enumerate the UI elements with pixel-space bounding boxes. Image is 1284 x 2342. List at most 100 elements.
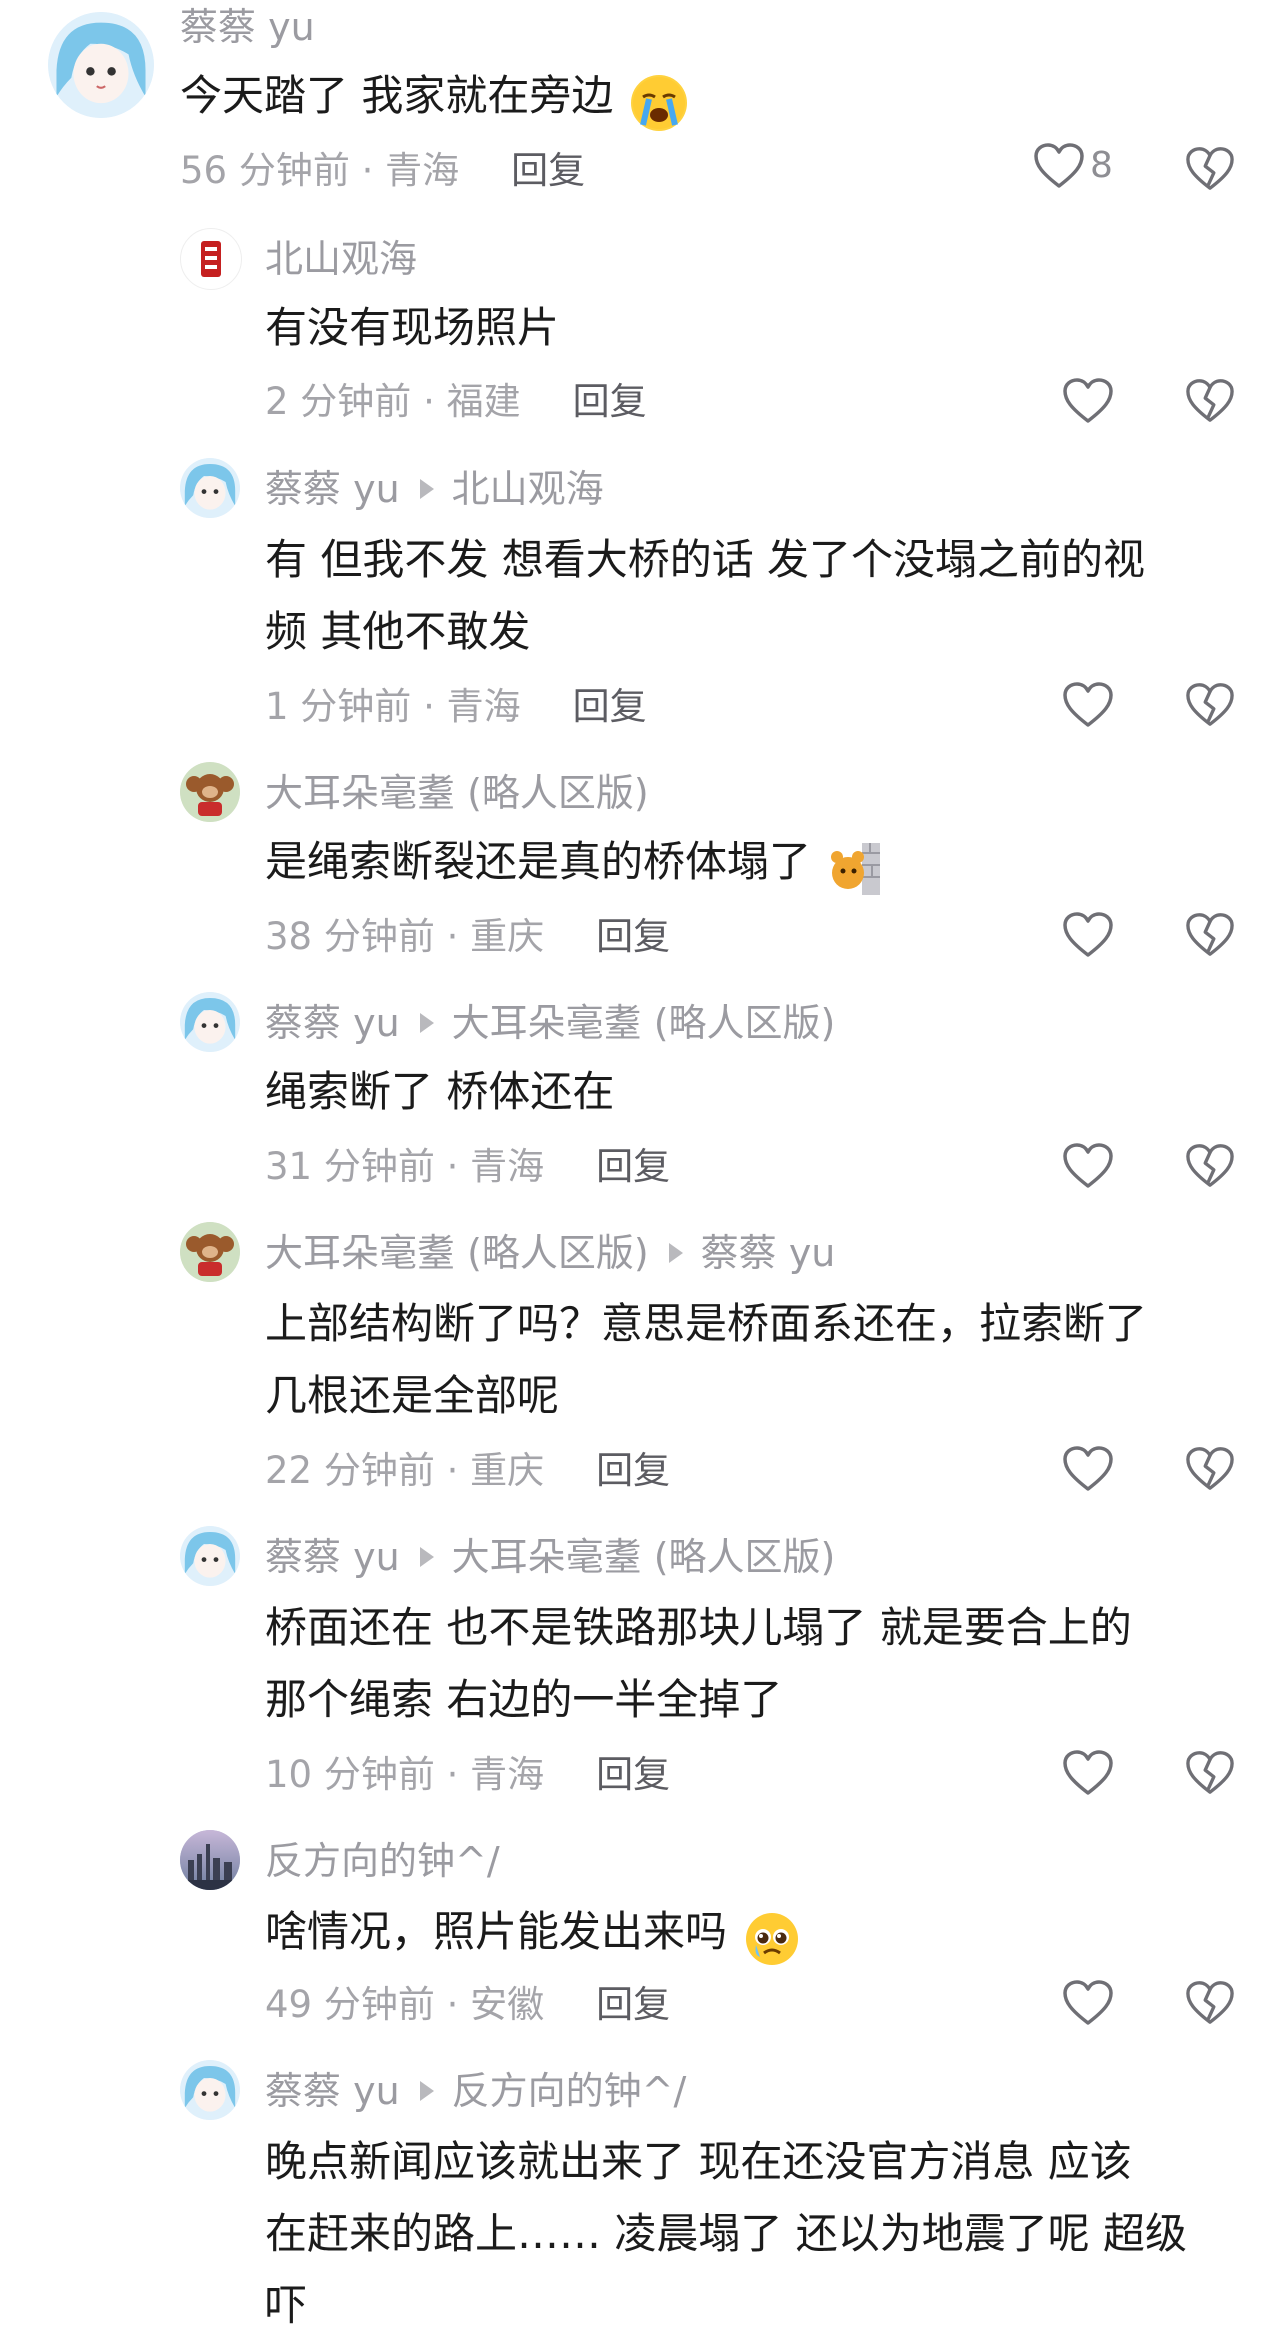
reply-to-arrow-icon xyxy=(419,1547,434,1567)
heart-icon xyxy=(1063,378,1113,423)
comment-username-row: 蔡蔡 yu xyxy=(180,8,315,46)
broken-heart-icon xyxy=(1186,1144,1234,1187)
reply-to-username[interactable]: 反方向的钟^/ xyxy=(452,2072,687,2110)
comment-username-row: 大耳朵毫耋 (略人区版) 蔡蔡 yu xyxy=(265,1234,835,1272)
avatar[interactable] xyxy=(180,992,240,1052)
timestamp-location: 10 分钟前 · 青海 xyxy=(265,1753,545,1796)
comment-username-row: 蔡蔡 yu 大耳朵毫耋 (略人区版) xyxy=(265,1538,835,1576)
username[interactable]: 大耳朵毫耋 (略人区版) xyxy=(265,774,649,812)
timestamp-location: 22 分钟前 · 重庆 xyxy=(265,1449,545,1492)
pleading-face-icon xyxy=(744,1911,800,1967)
username[interactable]: 蔡蔡 yu xyxy=(265,470,400,508)
reply-to-username[interactable]: 大耳朵毫耋 (略人区版) xyxy=(452,1004,836,1042)
username[interactable]: 反方向的钟^/ xyxy=(265,1842,500,1880)
avatar[interactable] xyxy=(180,1222,240,1282)
heart-icon xyxy=(1063,1143,1113,1188)
reply-button[interactable]: 回复 xyxy=(511,152,585,189)
avatar[interactable] xyxy=(180,1526,240,1586)
comment-text: 绳索断了 桥体还在 xyxy=(265,1067,615,1116)
like-button[interactable] xyxy=(1063,912,1113,958)
comment-meta: 22 分钟前 · 重庆 回复 xyxy=(265,1452,670,1489)
like-button[interactable] xyxy=(1063,1143,1113,1189)
dislike-button[interactable] xyxy=(1186,682,1234,732)
comment-meta: 38 分钟前 · 重庆 回复 xyxy=(265,918,670,955)
like-button[interactable] xyxy=(1063,1980,1113,2026)
comment-meta: 10 分钟前 · 青海 回复 xyxy=(265,1756,670,1793)
heart-icon xyxy=(1063,682,1113,727)
comment-text: 晚点新闻应该就出来了 现在还没官方消息 应该 在赶来的路上…… 凌晨塌了 还以为… xyxy=(265,2137,1188,2330)
like-button[interactable] xyxy=(1063,378,1113,424)
dislike-button[interactable] xyxy=(1186,378,1234,428)
comment-username-row: 北山观海 xyxy=(265,240,417,278)
broken-heart-icon xyxy=(1186,379,1234,422)
like-button[interactable] xyxy=(1063,1750,1113,1796)
comment-text: 啥情况，照片能发出来吗 xyxy=(265,1896,800,1968)
comment-text: 有没有现场照片 xyxy=(265,303,560,352)
dislike-button[interactable] xyxy=(1186,912,1234,962)
dislike-button[interactable] xyxy=(1186,1446,1234,1496)
avatar[interactable] xyxy=(180,458,240,518)
reply-button[interactable]: 回复 xyxy=(596,1986,670,2023)
reply-button[interactable]: 回复 xyxy=(596,1148,670,1185)
comment-text: 是绳索断裂还是真的桥体塌了 xyxy=(265,826,882,898)
broken-heart-icon xyxy=(1186,913,1234,956)
comment-username-row: 蔡蔡 yu 反方向的钟^/ xyxy=(265,2072,686,2110)
username[interactable]: 北山观海 xyxy=(265,240,417,278)
reply-button[interactable]: 回复 xyxy=(596,918,670,955)
broken-heart-icon xyxy=(1186,1751,1234,1794)
heart-icon xyxy=(1063,912,1113,957)
comment-text: 有 但我不发 想看大桥的话 发了个没塌之前的视 频 其他不敢发 xyxy=(265,535,1146,656)
loudly-crying-face-icon xyxy=(630,74,687,131)
username[interactable]: 蔡蔡 yu xyxy=(180,8,315,46)
username[interactable]: 蔡蔡 yu xyxy=(265,1004,400,1042)
heart-icon xyxy=(1063,1750,1113,1795)
timestamp-location: 2 分钟前 · 福建 xyxy=(265,380,521,423)
like-button[interactable] xyxy=(1063,1446,1113,1492)
username[interactable]: 大耳朵毫耋 (略人区版) xyxy=(265,1234,649,1272)
comment-meta: 49 分钟前 · 安徽 回复 xyxy=(265,1986,670,2023)
broken-heart-icon xyxy=(1186,683,1234,726)
dislike-button[interactable] xyxy=(1186,146,1234,196)
timestamp-location: 56 分钟前 · 青海 xyxy=(180,149,460,192)
reply-button[interactable]: 回复 xyxy=(596,1452,670,1489)
comment-username-row: 反方向的钟^/ xyxy=(265,1842,500,1880)
broken-heart-icon xyxy=(1186,1447,1234,1490)
avatar[interactable] xyxy=(180,1830,240,1890)
comment-username-row: 蔡蔡 yu 北山观海 xyxy=(265,470,604,508)
comment-meta: 1 分钟前 · 青海 回复 xyxy=(265,688,647,725)
comment-meta: 2 分钟前 · 福建 回复 xyxy=(265,383,647,420)
reply-to-arrow-icon xyxy=(419,2081,434,2101)
timestamp-location: 49 分钟前 · 安徽 xyxy=(265,1983,545,2026)
timestamp-location: 38 分钟前 · 重庆 xyxy=(265,915,545,958)
username[interactable]: 蔡蔡 yu xyxy=(265,2072,400,2110)
dislike-button[interactable] xyxy=(1186,1750,1234,1800)
comment-text: 桥面还在 也不是铁路那块儿塌了 就是要合上的 那个绳索 右边的一半全掉了 xyxy=(265,1603,1132,1724)
avatar[interactable] xyxy=(180,762,240,822)
reply-button[interactable]: 回复 xyxy=(573,688,647,725)
heart-icon xyxy=(1063,1980,1113,2025)
comment-username-row: 大耳朵毫耋 (略人区版) xyxy=(265,774,649,812)
reply-to-username[interactable]: 大耳朵毫耋 (略人区版) xyxy=(452,1538,836,1576)
avatar[interactable] xyxy=(48,12,154,118)
like-button[interactable] xyxy=(1063,682,1113,728)
comment-meta: 56 分钟前 · 青海 回复 xyxy=(180,152,585,189)
reply-button[interactable]: 回复 xyxy=(596,1756,670,1793)
reply-to-username[interactable]: 北山观海 xyxy=(452,470,604,508)
dislike-button[interactable] xyxy=(1186,1980,1234,2030)
heart-icon xyxy=(1034,143,1084,188)
username[interactable]: 蔡蔡 yu xyxy=(265,1538,400,1576)
comment-username-row: 蔡蔡 yu 大耳朵毫耋 (略人区版) xyxy=(265,1004,835,1042)
comment-meta: 31 分钟前 · 青海 回复 xyxy=(265,1148,670,1185)
reply-button[interactable]: 回复 xyxy=(573,383,647,420)
avatar[interactable] xyxy=(180,228,242,290)
broken-heart-icon xyxy=(1186,147,1234,190)
reply-to-arrow-icon xyxy=(419,1013,434,1033)
dislike-button[interactable] xyxy=(1186,1143,1234,1193)
timestamp-location: 31 分钟前 · 青海 xyxy=(265,1145,545,1188)
like-button[interactable]: 8 xyxy=(1034,143,1113,189)
heart-icon xyxy=(1063,1446,1113,1491)
reply-to-username[interactable]: 蔡蔡 yu xyxy=(701,1234,836,1272)
like-count: 8 xyxy=(1090,145,1113,186)
avatar[interactable] xyxy=(180,2060,240,2120)
comment-text: 今天踏了 我家就在旁边 xyxy=(180,60,687,132)
